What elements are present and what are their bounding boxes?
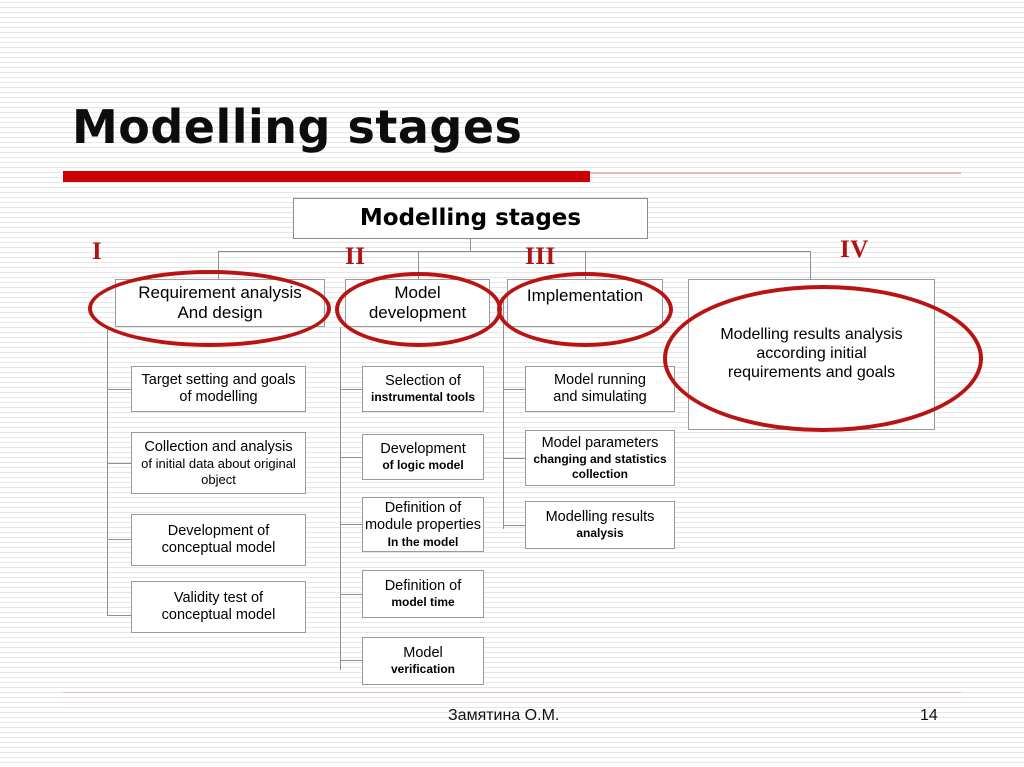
connector-head-stem-col1 [107,327,108,331]
leaf-line1: Collection and analysis [144,439,293,456]
stage-head-line1: Model [394,282,441,302]
stage-head-line2: according initial [756,345,867,363]
leaf-line2: model time [391,595,455,610]
leaf-line2: analysis [576,526,624,541]
stage-head-model-development[interactable]: Model development [345,279,490,327]
connector-stub-c2-l2 [340,457,362,458]
connector-spine-col2 [340,327,341,670]
stage-head-line1: Requirement analysis [138,282,302,302]
stage-leaf-selection-tools[interactable]: Selection of instrumental tools [362,366,484,412]
leaf-line2: and simulating [553,389,647,405]
leaf-line1: Selection of [385,373,461,390]
stage-leaf-collection-analysis[interactable]: Collection and analysis of initial data … [131,432,306,494]
leaf-line3: object [201,471,236,487]
connector-spine-col1 [107,327,108,615]
slide: Modelling stages Modelling stages I II I… [0,0,1024,767]
leaf-line1: Definition of [384,500,462,517]
stage-head-line1: Implementation [526,286,644,305]
leaf-line2: module properties [364,517,482,534]
connector-stub-c2-l4 [340,594,362,595]
footer-rule [63,692,961,693]
page-title: Modelling stages [72,100,523,154]
connector-stub-c1-l1 [107,389,131,390]
connector-drop-col1 [218,251,219,279]
stage-leaf-model-parameters[interactable]: Model parameters changing and statistics… [525,430,675,486]
stage-leaf-model-running[interactable]: Model running and simulating [525,366,675,412]
roman-numeral-4: IV [840,236,869,263]
stage-leaf-target-setting[interactable]: Target setting and goals of modelling [131,366,306,412]
leaf-line3: In the model [387,534,459,549]
stage-head-line2: development [368,303,467,322]
leaf-line1: Model running [554,371,646,388]
leaf-line1: Development [380,441,466,458]
connector-drop-col2 [418,251,419,279]
footer-page-number: 14 [920,707,938,724]
connector-stub-c1-l3 [107,539,131,540]
leaf-line1: Validity test of [173,589,264,606]
leaf-line2: instrumental tools [370,390,475,405]
stage-leaf-module-properties[interactable]: Definition of module properties In the m… [362,497,484,552]
connector-stub-c1-l2 [107,463,131,464]
leaf-line1: Target setting and goals [141,371,296,388]
leaf-line1: Definition of [384,578,462,595]
leaf-line2: conceptual model [161,540,276,556]
stage-leaf-development-logic-model[interactable]: Development of logic model [362,434,484,480]
root-label: Modelling stages [359,204,582,231]
diagram-root-node[interactable]: Modelling stages [293,198,648,239]
stage-leaf-validity-test[interactable]: Validity test of conceptual model [131,581,306,633]
stage-leaf-model-verification[interactable]: Model verification [362,637,484,685]
leaf-line3: collection [571,466,628,481]
connector-drop-col3 [585,251,586,279]
leaf-line2: changing and statistics [533,452,667,467]
leaf-line2: verification [390,662,456,677]
footer-author: Замятина О.М. [448,707,560,724]
leaf-line2: of logic model [382,458,464,473]
roman-numeral-3: III [525,243,556,270]
stage-head-requirement-analysis[interactable]: Requirement analysis And design [115,279,325,327]
title-accent-bar [63,171,590,182]
connector-stub-c1-l4 [107,615,131,616]
leaf-line2: of initial data about original [141,456,296,472]
connector-drop-col4 [810,251,811,279]
connector-root-stem [470,239,471,251]
stage-head-line1: Modelling results analysis [720,326,903,344]
connector-spine-col3 [503,297,504,529]
leaf-line2: conceptual model [161,607,276,623]
stage-head-line2: And design [177,303,263,322]
connector-stub-c2-l3 [340,524,362,525]
connector-stub-c2-l1 [340,389,362,390]
stage-leaf-model-time[interactable]: Definition of model time [362,570,484,618]
leaf-line1: Model parameters [541,435,659,452]
connector-stub-c3-l3 [503,525,525,526]
connector-stub-c3-l1 [503,389,525,390]
stage-head-modelling-results-analysis[interactable]: Modelling results analysis according ini… [688,279,935,430]
leaf-line2: of modelling [179,389,258,405]
title-thin-rule [590,172,961,174]
stage-leaf-development-conceptual-model[interactable]: Development of conceptual model [131,514,306,566]
connector-stub-c2-l5 [340,660,362,661]
leaf-line1: Modelling results [545,509,655,526]
leaf-line1: Development of [167,522,270,539]
connector-stub-c3-l2 [503,458,525,459]
roman-numeral-2: II [345,243,366,270]
stage-head-line3: requirements and goals [727,363,896,381]
stage-head-implementation[interactable]: Implementation [507,279,663,327]
roman-numeral-1: I [92,238,103,265]
stage-leaf-modelling-results-analysis[interactable]: Modelling results analysis [525,501,675,549]
connector-bus [218,251,811,252]
leaf-line1: Model [403,645,443,662]
